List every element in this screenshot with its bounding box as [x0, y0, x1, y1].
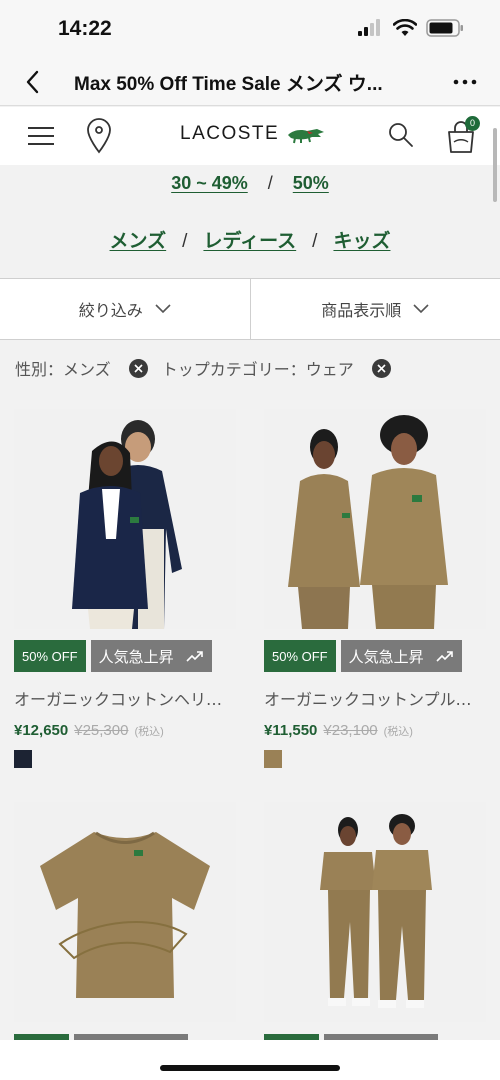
trending-badge: 人気急上昇 [340, 640, 462, 672]
separator: / [267, 173, 273, 193]
trending-badge-label: 人気急上昇 [348, 647, 424, 666]
filter-chip-label: トップカテゴリー：ウェア [161, 360, 354, 379]
sort-label: 商品表示順 [321, 301, 402, 320]
price-row: ¥12,650 ¥25,300 (税込) [14, 722, 236, 739]
trending-up-icon [436, 651, 453, 662]
color-swatch[interactable] [14, 750, 32, 768]
product-card[interactable]: 50% OFF 人気急上昇 オーガニックコットンヘリテ… ¥12,650 ¥25… [14, 409, 236, 768]
filter-chip-category: トップカテゴリー：ウェア [162, 356, 405, 380]
filter-sort-bar: 絞り込み 商品表示順 [0, 278, 500, 340]
filter-chip-label: 性別：メンズ [15, 360, 111, 379]
tax-note: (税込) [383, 726, 413, 738]
brand-name: LACOSTE [180, 123, 280, 144]
filter-label: 絞り込み [78, 301, 143, 320]
chevron-down-icon [413, 304, 429, 314]
trending-up-icon [186, 651, 203, 662]
app-header: Max 50% Off Time Sale メンズ ウ... [0, 58, 500, 106]
search-icon[interactable] [387, 121, 415, 149]
product-name[interactable]: オーガニックコットンヘリテ… [14, 686, 236, 710]
separator: / [182, 231, 188, 252]
cart-count-badge: 0 [465, 116, 480, 131]
more-options-icon[interactable] [452, 70, 478, 94]
wifi-icon [393, 19, 417, 36]
status-time: 14:22 [58, 17, 112, 40]
home-indicator[interactable] [160, 1065, 340, 1071]
product-card[interactable] [14, 802, 236, 1022]
product-badges: 50% OFF 人気急上昇 [14, 640, 236, 672]
separator: / [312, 231, 318, 252]
product-image[interactable] [14, 802, 236, 1022]
trending-badge-label: 人気急上昇 [98, 647, 174, 666]
brand-logo[interactable]: LACOSTE [180, 123, 325, 145]
applied-filters: 性別：メンズ トップカテゴリー：ウェア [15, 356, 405, 380]
status-icons [358, 19, 464, 37]
category-link-men[interactable]: メンズ [110, 231, 167, 252]
sale-price: ¥11,550 [264, 722, 318, 739]
product-image[interactable] [14, 409, 236, 629]
cellular-signal-icon [358, 19, 380, 36]
filter-chip-gender: 性別：メンズ [15, 356, 162, 380]
product-badges: 50% OFF 人気急上昇 [264, 640, 486, 672]
color-swatch[interactable] [264, 750, 282, 768]
discount-filter-links: 30 ~ 49% / 50% [0, 173, 500, 194]
page-title: Max 50% Off Time Sale メンズ ウ... [74, 74, 383, 95]
tax-note: (税込) [134, 726, 164, 738]
category-links: メンズ / レディース / キッズ [0, 226, 500, 253]
sort-button[interactable]: 商品表示順 [249, 279, 500, 339]
site-nav: LACOSTE 0 [0, 107, 500, 165]
battery-icon [426, 19, 463, 37]
status-bar: 14:22 [0, 0, 500, 58]
filter-button[interactable]: 絞り込み [0, 279, 250, 339]
product-name[interactable]: オーガニックコットンプルオ… [264, 686, 486, 710]
back-button[interactable] [22, 68, 44, 96]
trending-badge: 人気急上昇 [90, 640, 212, 672]
cart-button[interactable]: 0 [446, 116, 480, 154]
product-card[interactable] [264, 802, 486, 1065]
product-card[interactable]: 50% OFF 人気急上昇 オーガニックコットンプルオ… ¥11,550 ¥23… [264, 409, 486, 768]
remove-filter-icon[interactable] [371, 358, 391, 378]
crocodile-logo-icon [288, 129, 325, 144]
store-locator-icon[interactable] [86, 118, 112, 154]
hamburger-menu-icon[interactable] [28, 125, 54, 147]
product-image[interactable] [264, 802, 486, 1022]
remove-filter-icon[interactable] [128, 358, 148, 378]
category-link-kids[interactable]: キッズ [333, 231, 390, 252]
product-image[interactable] [264, 409, 486, 629]
price-row: ¥11,550 ¥23,100 (税込) [264, 722, 486, 739]
category-link-women[interactable]: レディース [203, 231, 296, 252]
original-price: ¥25,300 [74, 722, 129, 739]
discount-link-30-49[interactable]: 30 ~ 49% [171, 173, 248, 193]
chevron-down-icon [155, 304, 171, 314]
bottom-bar [0, 1040, 500, 1080]
discount-badge: 50% OFF [14, 640, 86, 672]
discount-link-50[interactable]: 50% [293, 173, 329, 193]
original-price: ¥23,100 [323, 722, 378, 739]
sale-price: ¥12,650 [14, 722, 69, 739]
discount-badge: 50% OFF [264, 640, 336, 672]
